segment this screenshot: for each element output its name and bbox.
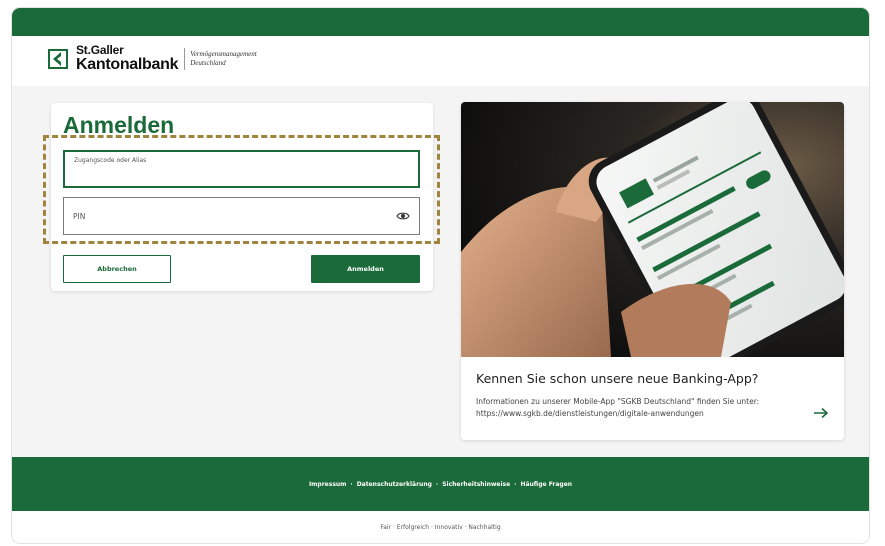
access-code-input[interactable]	[74, 166, 394, 184]
footer-links: Impressum · Datenschutzerklärung · Siche…	[309, 481, 572, 488]
arrow-right-icon[interactable]	[813, 407, 829, 419]
access-code-label: Zugangscode oder Alias	[74, 157, 147, 164]
login-card: Anmelden Zugangscode oder Alias Abbreche…	[51, 103, 433, 291]
top-bar	[12, 8, 869, 36]
promo-text: Informationen zu unserer Mobile-App "SGK…	[476, 396, 806, 419]
footer-link-impressum[interactable]: Impressum	[309, 481, 346, 488]
footer-tagline-bar: Fair · Erfolgreich · Innovativ · Nachhal…	[12, 511, 869, 543]
footer-separator: ·	[514, 480, 517, 488]
sgkb-logo-icon	[48, 48, 68, 69]
promo-text-line-1: Informationen zu unserer Mobile-App "SGK…	[476, 397, 760, 406]
eye-icon[interactable]	[396, 210, 410, 222]
login-button[interactable]: Anmelden	[311, 255, 420, 283]
logo-subtitle-line-1: Vermögensmanagement	[190, 50, 257, 59]
pin-field[interactable]	[63, 197, 420, 235]
footer-nav: Impressum · Datenschutzerklärung · Siche…	[12, 457, 869, 511]
footer-separator: ·	[350, 480, 353, 488]
banking-app-photo	[461, 102, 844, 357]
logo-wordmark: St.Galler Kantonalbank	[76, 43, 179, 73]
promo-title: Kennen Sie schon unsere neue Banking-App…	[476, 371, 759, 386]
browser-frame: St.Galler Kantonalbank Vermögensmanageme…	[12, 8, 869, 543]
promo-link[interactable]: https://www.sgkb.de/dienstleistungen/dig…	[476, 408, 806, 420]
access-code-field[interactable]: Zugangscode oder Alias	[63, 150, 420, 188]
pin-input[interactable]	[73, 207, 393, 225]
logo-line-2: Kantonalbank	[76, 56, 179, 73]
logo-subtitle: Vermögensmanagement Deutschland	[190, 50, 257, 66]
logo-line-1: St.Galler	[76, 43, 124, 57]
logo-subtitle-line-2: Deutschland	[190, 58, 226, 67]
footer-link-faq[interactable]: Häufige Fragen	[520, 481, 572, 488]
footer-link-datenschutz[interactable]: Datenschutzerklärung	[357, 481, 432, 488]
footer-separator: ·	[435, 480, 439, 488]
promo-card: Kennen Sie schon unsere neue Banking-App…	[461, 102, 844, 440]
footer-tagline: Fair · Erfolgreich · Innovativ · Nachhal…	[380, 523, 501, 531]
logo-divider	[184, 47, 186, 70]
bank-logo[interactable]: St.Galler Kantonalbank Vermögensmanageme…	[48, 44, 257, 73]
footer-link-sicherheit[interactable]: Sicherheitshinweise	[442, 481, 510, 488]
cancel-button[interactable]: Abbrechen	[63, 255, 171, 283]
login-title: Anmelden	[63, 112, 175, 138]
